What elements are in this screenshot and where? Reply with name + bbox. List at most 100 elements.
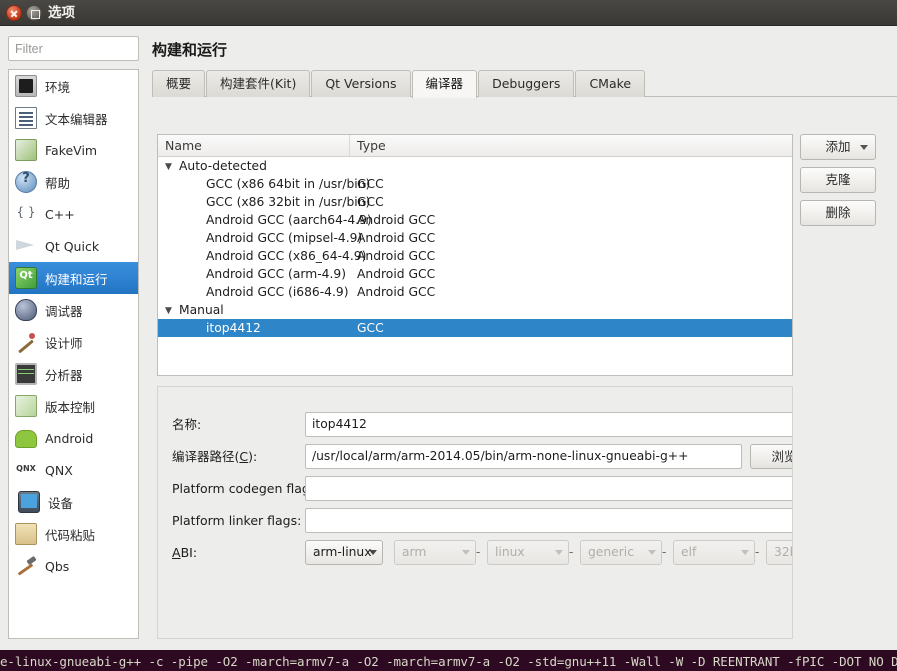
sidebar-item-12[interactable]: QNX (9, 454, 138, 486)
tab-5[interactable]: CMake (575, 70, 645, 97)
sidebar-item-0[interactable]: 环境 (9, 70, 138, 102)
help-icon (15, 171, 37, 193)
table-row[interactable]: ▼Manual (158, 301, 792, 319)
tree-cell-type: Android GCC (350, 247, 792, 265)
tab-label: 编译器 (426, 76, 464, 91)
tab-label: Qt Versions (325, 76, 396, 91)
table-row[interactable]: Android GCC (arm-4.9)Android GCC (158, 265, 792, 283)
compiler-detail-form: 名称: itop4412 编译器路径(C): /usr/local/arm/ar… (157, 386, 793, 639)
abi-separator: - (755, 540, 759, 565)
sidebar-item-3[interactable]: 帮助 (9, 166, 138, 198)
tree-cell-name: GCC (x86 64bit in /usr/bin) (158, 175, 350, 193)
browse-button[interactable]: 浏览 (750, 444, 793, 469)
table-row[interactable]: itop4412GCC (158, 319, 792, 337)
build-and-run-icon (15, 267, 37, 289)
sidebar-item-label: 帮助 (45, 173, 70, 192)
tree-cell-type: Android GCC (350, 229, 792, 247)
sidebar-item-9[interactable]: 分析器 (9, 358, 138, 390)
sidebar-item-5[interactable]: Qt Quick (9, 230, 138, 262)
tab-4[interactable]: Debuggers (478, 70, 574, 97)
compiler-path-label: 编译器路径(C): (172, 444, 257, 470)
table-row[interactable]: Android GCC (aarch64-4.9)Android GCC (158, 211, 792, 229)
maximize-icon[interactable] (26, 5, 42, 21)
tree-cell-name: itop4412 (158, 319, 350, 337)
close-icon[interactable] (6, 5, 22, 21)
sidebar-item-14[interactable]: 代码粘贴 (9, 518, 138, 550)
sidebar-item-label: 调试器 (45, 301, 83, 320)
tab-0[interactable]: 概要 (152, 70, 205, 97)
codegen-flags-field[interactable] (305, 476, 793, 501)
abi-part-value: elf (681, 545, 696, 559)
tree-name-label: Android GCC (x86_64-4.9) (206, 249, 366, 263)
compilers-tree[interactable]: Name Type ▼Auto-detectedGCC (x86 64bit i… (157, 134, 793, 376)
sidebar-item-label: Qbs (45, 559, 69, 574)
add-button[interactable]: 添加 (800, 134, 876, 160)
sidebar-item-label: 设计师 (45, 333, 83, 352)
abi-part-value: generic (588, 545, 634, 559)
remove-button[interactable]: 删除 (800, 200, 876, 226)
table-row[interactable]: ▼Auto-detected (158, 157, 792, 175)
cpp-icon (15, 203, 37, 225)
abi-part-combo-1: linux (487, 540, 569, 565)
page-title: 构建和运行 (152, 39, 227, 60)
sidebar-item-8[interactable]: 设计师 (9, 326, 138, 358)
tree-cell-name: Android GCC (aarch64-4.9) (158, 211, 350, 229)
sidebar-item-6[interactable]: 构建和运行 (9, 262, 138, 294)
add-button-label: 添加 (825, 139, 850, 154)
sidebar-item-label: QNX (45, 463, 73, 478)
table-row[interactable]: Android GCC (mipsel-4.9)Android GCC (158, 229, 792, 247)
chevron-down-icon (462, 550, 470, 555)
device-icon (18, 491, 40, 513)
abi-separator: - (569, 540, 573, 565)
table-row[interactable]: GCC (x86 64bit in /usr/bin)GCC (158, 175, 792, 193)
expand-arrow-icon[interactable]: ▼ (165, 302, 179, 320)
expand-arrow-icon[interactable]: ▼ (165, 158, 179, 176)
sidebar-item-label: 文本编辑器 (45, 109, 108, 128)
filter-input[interactable] (8, 36, 139, 61)
version-control-icon (15, 395, 37, 417)
sidebar-item-1[interactable]: 文本编辑器 (9, 102, 138, 134)
chevron-down-icon (741, 550, 749, 555)
table-row[interactable]: GCC (x86 32bit in /usr/bin)GCC (158, 193, 792, 211)
sidebar-item-13[interactable]: 设备 (9, 486, 138, 518)
sidebar-item-7[interactable]: 调试器 (9, 294, 138, 326)
sidebar-item-15[interactable]: Qbs (9, 550, 138, 582)
environment-icon (15, 75, 37, 97)
settings-category-list[interactable]: 环境文本编辑器 FakeVim 帮助 C++ Qt Quick构建和运行调试器设计师分析… (8, 69, 139, 639)
sidebar-item-label: C++ (45, 207, 75, 222)
sidebar-item-2[interactable]: FakeVim (9, 134, 138, 166)
tree-cell-type (350, 157, 792, 175)
tree-cell-name: Android GCC (mipsel-4.9) (158, 229, 350, 247)
tree-name-label: Android GCC (arm-4.9) (206, 267, 346, 281)
tree-cell-type: Android GCC (350, 283, 792, 301)
sidebar-item-11[interactable]: Android (9, 422, 138, 454)
tree-body[interactable]: ▼Auto-detectedGCC (x86 64bit in /usr/bin… (158, 157, 792, 337)
abi-main-combo[interactable]: arm-linux (305, 540, 383, 565)
tree-name-label: Manual (179, 303, 224, 317)
name-label: 名称: (172, 412, 201, 438)
tab-3[interactable]: 编译器 (412, 70, 478, 98)
name-field[interactable]: itop4412 (305, 412, 793, 437)
tab-2[interactable]: Qt Versions (311, 70, 410, 97)
sidebar-item-label: 代码粘贴 (45, 525, 95, 544)
sidebar-item-10[interactable]: 版本控制 (9, 390, 138, 422)
sidebar-item-4[interactable]: C++ (9, 198, 138, 230)
remove-button-label: 删除 (825, 205, 850, 220)
compiler-path-field[interactable]: /usr/local/arm/arm-2014.05/bin/arm-none-… (305, 444, 742, 469)
linker-flags-label: Platform linker flags: (172, 508, 301, 534)
chevron-down-icon (860, 145, 868, 150)
form-row-abi: ABI: arm-linux arm-linux-generic-elf-32b… (158, 540, 793, 566)
tree-cell-type: Android GCC (350, 211, 792, 229)
form-row-compiler-path: 编译器路径(C): /usr/local/arm/arm-2014.05/bin… (158, 444, 793, 470)
tab-label: CMake (589, 76, 631, 91)
linker-flags-field[interactable] (305, 508, 793, 533)
tab-label: Debuggers (492, 76, 560, 91)
table-row[interactable]: Android GCC (x86_64-4.9)Android GCC (158, 247, 792, 265)
tree-column-type: Type (350, 135, 792, 156)
tree-name-label: GCC (x86 32bit in /usr/bin) (206, 195, 370, 209)
tab-1[interactable]: 构建套件(Kit) (206, 70, 310, 97)
clone-button[interactable]: 克隆 (800, 167, 876, 193)
table-row[interactable]: Android GCC (i686-4.9)Android GCC (158, 283, 792, 301)
tree-column-name: Name (158, 135, 350, 156)
tab-bar[interactable]: 概要构建套件(Kit) Qt Versions 编译器 Debuggers CMake (152, 70, 897, 97)
